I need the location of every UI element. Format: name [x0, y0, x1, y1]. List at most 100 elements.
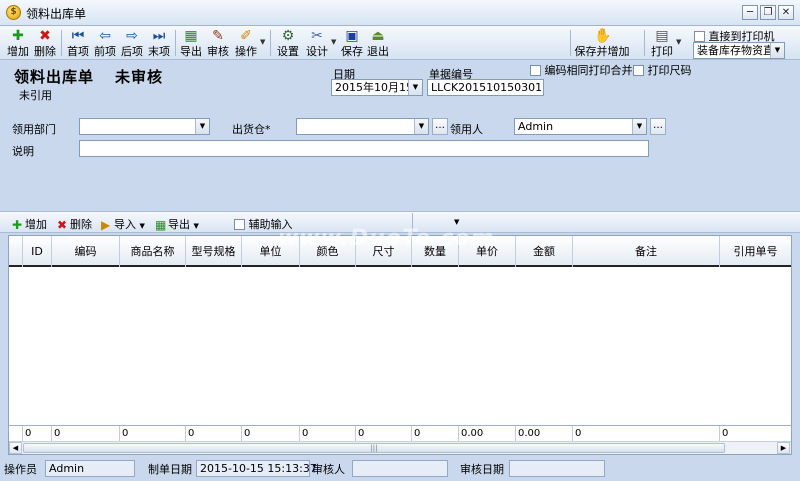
- detail-add-button[interactable]: ✚ 增加: [12, 216, 47, 232]
- status-bar: 操作员 Admin 制单日期 2015-10-15 15:13:37 审核人 审…: [0, 457, 800, 481]
- operation-button[interactable]: ✐ 操作: [234, 28, 258, 58]
- footer-cell: 0: [300, 426, 356, 442]
- detail-delete-label: 删除: [70, 218, 92, 231]
- horizontal-scrollbar[interactable]: ◀ ||| ▶: [9, 441, 791, 454]
- detail-import-button[interactable]: ▶ 导入 ▼: [101, 216, 145, 232]
- column-header[interactable]: 商品名称: [120, 236, 186, 267]
- grid-footer: 0 0 0 0 0 0 0 0 0.00 0.00 0 0: [9, 425, 791, 442]
- picker-select[interactable]: Admin ▼: [514, 118, 647, 135]
- footer-cell: 0: [23, 426, 52, 442]
- column-header[interactable]: ID: [23, 236, 52, 267]
- footer-cell: 0: [412, 426, 459, 442]
- toolbar-separator: [570, 30, 571, 56]
- design-icon: ✂: [311, 28, 323, 44]
- delete-label: 删除: [34, 45, 56, 58]
- design-button[interactable]: ✂ 设计: [305, 28, 329, 58]
- warehouse-select[interactable]: ▼: [296, 118, 429, 135]
- chevron-down-icon[interactable]: ▼: [194, 222, 199, 230]
- minimize-button[interactable]: ─: [742, 5, 758, 20]
- app-icon: $: [6, 5, 21, 20]
- picker-value: Admin: [518, 120, 554, 133]
- chevron-down-icon[interactable]: ▼: [331, 38, 336, 46]
- audit-date-field: [509, 460, 605, 477]
- detail-export-button[interactable]: ▦ 导出 ▼: [155, 216, 199, 232]
- restore-button[interactable]: ❐: [760, 5, 776, 20]
- prev-icon: ⇦: [99, 28, 111, 44]
- exit-button[interactable]: ⏏ 退出: [366, 28, 390, 58]
- add-label: 增加: [7, 45, 29, 58]
- operation-label: 操作: [235, 45, 257, 58]
- add-button[interactable]: ✚ 增加: [6, 28, 30, 58]
- column-header[interactable]: 备注: [573, 236, 720, 267]
- prev-button[interactable]: ⇦ 前项: [93, 28, 117, 58]
- first-button[interactable]: ⏮ 首项: [66, 28, 90, 58]
- scroll-left-icon[interactable]: ◀: [9, 442, 22, 454]
- print-button[interactable]: ▤ 打印: [650, 28, 674, 58]
- warehouse-label: 出货仓*: [232, 123, 271, 136]
- chevron-down-icon[interactable]: ▼: [140, 222, 145, 230]
- picker-browse-button[interactable]: …: [650, 118, 666, 135]
- last-button[interactable]: ⏭ 末项: [147, 28, 171, 58]
- column-header[interactable]: 金额: [516, 236, 573, 267]
- chevron-down-icon[interactable]: ▼: [632, 119, 646, 134]
- toolbar-separator: [270, 30, 271, 56]
- export-button[interactable]: ▦ 导出: [179, 28, 203, 58]
- picker-label: 领用人: [450, 123, 483, 136]
- dept-select[interactable]: ▼: [79, 118, 210, 135]
- note-field[interactable]: [79, 140, 649, 157]
- date-picker[interactable]: 2015年10月15日 ▼: [331, 79, 423, 96]
- delete-button[interactable]: ✖ 删除: [33, 28, 57, 58]
- scroll-thumb[interactable]: |||: [23, 443, 725, 453]
- settings-button[interactable]: ⚙ 设置: [276, 28, 300, 58]
- import-icon: ▶: [101, 218, 111, 232]
- chevron-down-icon[interactable]: ▼: [414, 119, 428, 134]
- merge-print-checkbox[interactable]: [530, 65, 541, 76]
- print-size-option[interactable]: 打印尺码: [633, 62, 692, 78]
- column-header[interactable]: 编码: [52, 236, 120, 267]
- next-button[interactable]: ⇨ 后项: [120, 28, 144, 58]
- chevron-down-icon[interactable]: ▼: [195, 119, 209, 134]
- column-header[interactable]: 引用单号: [720, 236, 791, 267]
- print-size-label: 打印尺码: [647, 64, 692, 77]
- save-label: 保存: [341, 45, 363, 58]
- footer-cell: 0: [722, 428, 729, 439]
- scroll-right-icon[interactable]: ▶: [777, 442, 790, 454]
- detail-add-label: 增加: [25, 218, 47, 231]
- grid-body[interactable]: [9, 269, 791, 424]
- print-size-checkbox[interactable]: [633, 65, 644, 76]
- detail-grid[interactable]: ID 编码 商品名称 型号规格 单位 颜色 尺寸 数量 单价 金额 备注 引用单…: [8, 235, 792, 455]
- header-form: 领料出库单 未审核 未引用 日期 2015年10月15日 ▼ 单据编号 LLCK…: [0, 61, 800, 211]
- assist-input-checkbox[interactable]: [234, 219, 245, 230]
- chevron-down-icon[interactable]: ▼: [260, 38, 265, 46]
- save-and-add-button[interactable]: ✋ 保存并增加: [574, 28, 630, 58]
- operation-icon: ✐: [240, 28, 252, 44]
- detail-import-label: 导入: [114, 218, 136, 231]
- merge-print-option[interactable]: 编码相同打印合并: [530, 62, 633, 78]
- hand-icon: ✋: [594, 28, 612, 44]
- detail-delete-button[interactable]: ✖ 删除: [57, 216, 92, 232]
- row-indicator-header: [9, 236, 23, 267]
- audit-label: 审核: [207, 45, 229, 58]
- print-template-select[interactable]: 装备库存物资直: ▼: [693, 42, 785, 59]
- window-title: 领料出库单: [26, 7, 87, 21]
- save-icon: ▣: [345, 28, 359, 44]
- save-button[interactable]: ▣ 保存: [340, 28, 364, 58]
- chevron-down-icon[interactable]: ▼: [454, 218, 459, 226]
- column-header[interactable]: 型号规格: [186, 236, 242, 267]
- last-icon: ⏭: [152, 28, 166, 44]
- audit-icon: ✎: [212, 28, 224, 44]
- reference-status: 未引用: [19, 89, 52, 102]
- audit-date-label: 审核日期: [460, 463, 504, 476]
- chevron-down-icon[interactable]: ▼: [770, 43, 784, 58]
- chevron-down-icon[interactable]: ▼: [408, 80, 422, 95]
- doc-no-field[interactable]: LLCK201510150301: [427, 79, 544, 96]
- watermark: www.DuoTe.com: [278, 226, 495, 251]
- chevron-down-icon[interactable]: ▼: [676, 38, 681, 46]
- warehouse-browse-button[interactable]: …: [432, 118, 448, 135]
- footer-cell: 0.00: [459, 426, 516, 442]
- direct-print-checkbox[interactable]: [694, 31, 705, 42]
- footer-cell: 0: [120, 426, 186, 442]
- settings-label: 设置: [277, 45, 299, 58]
- close-button[interactable]: ✕: [778, 5, 794, 20]
- audit-button[interactable]: ✎ 审核: [206, 28, 230, 58]
